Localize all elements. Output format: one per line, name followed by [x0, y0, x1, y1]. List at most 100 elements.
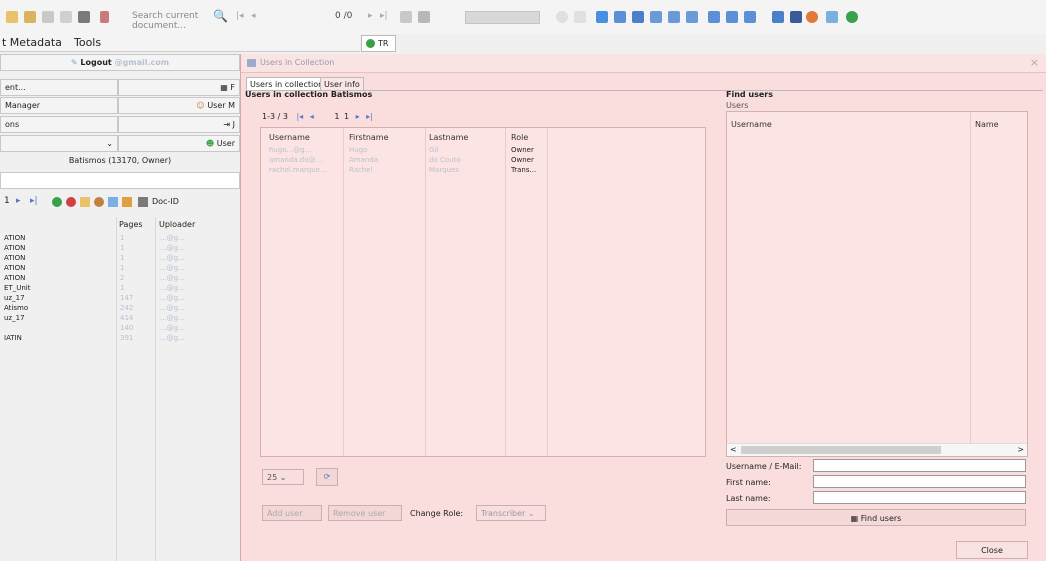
manager-button[interactable]: Manager: [0, 97, 118, 114]
first-page-icon[interactable]: |◂: [236, 11, 244, 21]
reload-button[interactable]: ⟳: [316, 468, 338, 486]
last-page-icon[interactable]: ▸|: [366, 112, 373, 121]
users-table: Username Firstname Lastname Role hugo...…: [260, 127, 706, 457]
scrollbar-thumb[interactable]: [741, 446, 941, 454]
rect-tool-icon[interactable]: [574, 11, 586, 23]
zoom-icon[interactable]: [650, 11, 662, 23]
menu-tools[interactable]: Tools: [74, 36, 101, 49]
grid-icon[interactable]: [708, 11, 720, 23]
prev-page-icon[interactable]: ◂: [251, 11, 256, 21]
circle-icon[interactable]: [556, 11, 568, 23]
role-select[interactable]: Transcriber ⌄: [476, 505, 546, 521]
copy-icon[interactable]: [108, 197, 118, 207]
dialog-title-bar: Users in Collection ×: [241, 54, 1046, 73]
first-page-icon[interactable]: |◂: [296, 112, 303, 121]
folder-icon[interactable]: [80, 197, 90, 207]
last-page-icon[interactable]: ▸|: [380, 11, 388, 21]
document-button[interactable]: ent...: [0, 79, 118, 96]
page-icon[interactable]: [60, 11, 72, 23]
close-icon[interactable]: ×: [1030, 56, 1039, 69]
docid-label[interactable]: Doc-ID: [152, 197, 179, 206]
add-icon[interactable]: [52, 197, 62, 207]
folder-icon[interactable]: [6, 11, 18, 23]
building-icon[interactable]: [78, 11, 90, 23]
document-icon[interactable]: [100, 11, 109, 23]
col-firstname[interactable]: Firstname: [349, 133, 389, 142]
brush-icon[interactable]: [790, 11, 802, 23]
layers-icon[interactable]: [632, 11, 644, 23]
search-icon[interactable]: 🔍: [213, 9, 228, 23]
row-title: Atismo: [4, 304, 29, 312]
open-folder-icon[interactable]: [24, 11, 36, 23]
grid-minus-icon[interactable]: [744, 11, 756, 23]
plugin-icon[interactable]: [846, 11, 858, 23]
user-add-icon: ☻: [205, 139, 215, 148]
next-page-icon[interactable]: ▸: [356, 112, 360, 121]
collection-filter-input[interactable]: [0, 172, 240, 189]
row-title: ATION: [4, 244, 26, 252]
arrow-right-icon[interactable]: [726, 11, 738, 23]
users-icon[interactable]: [94, 197, 104, 207]
menu-metadata[interactable]: t Metadata: [2, 36, 62, 49]
eye-icon[interactable]: [614, 11, 626, 23]
col-find-username[interactable]: Username: [731, 120, 772, 129]
select-tool-icon[interactable]: [596, 11, 608, 23]
status-dropdown[interactable]: [465, 11, 540, 24]
last-page-icon[interactable]: ▸|: [30, 196, 38, 206]
logout-button[interactable]: ✎ Logout @gmail.com: [0, 54, 240, 71]
col-find-name[interactable]: Name: [975, 120, 999, 129]
export-icon[interactable]: [122, 197, 132, 207]
prev-page-icon[interactable]: ◂: [310, 112, 314, 121]
cell-lastname: Gil: [429, 146, 439, 154]
close-button[interactable]: Close: [956, 541, 1028, 559]
tab-user-info[interactable]: User info: [320, 77, 364, 90]
building-small-icon: ▦: [220, 83, 228, 92]
horizontal-scrollbar[interactable]: < >: [727, 443, 1027, 456]
column-divider: [505, 128, 506, 456]
box-icon[interactable]: [772, 11, 784, 23]
j-button[interactable]: ⇥ J: [118, 116, 240, 133]
folder-arrow-icon[interactable]: [42, 11, 54, 23]
remove-user-button[interactable]: Remove user: [328, 505, 402, 521]
row-uploader: ...@g...: [160, 334, 185, 342]
col-lastname[interactable]: Lastname: [429, 133, 468, 142]
docid-icon[interactable]: [138, 197, 148, 207]
column-divider: [155, 217, 156, 561]
user-button[interactable]: ☻ User: [118, 135, 240, 152]
row-uploader: ...@g...: [160, 274, 185, 282]
col-username[interactable]: Username: [269, 133, 310, 142]
page-size-select[interactable]: 25 ⌄: [262, 469, 304, 485]
search-input[interactable]: Search current document...: [132, 9, 207, 31]
ons-button[interactable]: ons: [0, 116, 118, 133]
username-email-input[interactable]: [813, 459, 1026, 472]
col-role[interactable]: Role: [511, 133, 528, 142]
row-uploader: ...@g...: [160, 234, 185, 242]
pager-page[interactable]: 1: [334, 112, 339, 121]
remove-icon[interactable]: [66, 197, 76, 207]
next-page-icon[interactable]: ▸: [368, 11, 373, 21]
scroll-right-icon[interactable]: >: [1017, 445, 1024, 454]
last-name-input[interactable]: [813, 491, 1026, 504]
f-button[interactable]: ▦ F: [118, 79, 240, 96]
add-user-button[interactable]: Add user: [262, 505, 322, 521]
zoom-in-icon[interactable]: [668, 11, 680, 23]
collection-select[interactable]: ⌄: [0, 135, 118, 152]
user-manager-button[interactable]: ☺ User M: [118, 97, 240, 114]
first-name-input[interactable]: [813, 475, 1026, 488]
pager-total: 1: [343, 112, 350, 121]
zoom-out-icon[interactable]: [686, 11, 698, 23]
change-role-label: Change Role:: [410, 509, 464, 518]
badge-icon[interactable]: [806, 11, 818, 23]
page-indicator[interactable]: 0 /0: [335, 11, 352, 21]
row-pages: 242: [120, 304, 134, 312]
save-icon[interactable]: [418, 11, 430, 23]
refresh-icon[interactable]: [400, 11, 412, 23]
scroll-left-icon[interactable]: <: [730, 445, 737, 454]
cell-username: rachel.marque...: [269, 166, 327, 174]
find-users-button[interactable]: ▦ Find users: [726, 509, 1026, 526]
edit-icon[interactable]: [826, 11, 838, 23]
page-size-value: 25: [267, 473, 278, 482]
tab-document[interactable]: TR: [361, 35, 396, 52]
next-page-icon[interactable]: ▸: [16, 196, 21, 206]
tab-users-in-collection[interactable]: Users in collection: [246, 77, 328, 90]
